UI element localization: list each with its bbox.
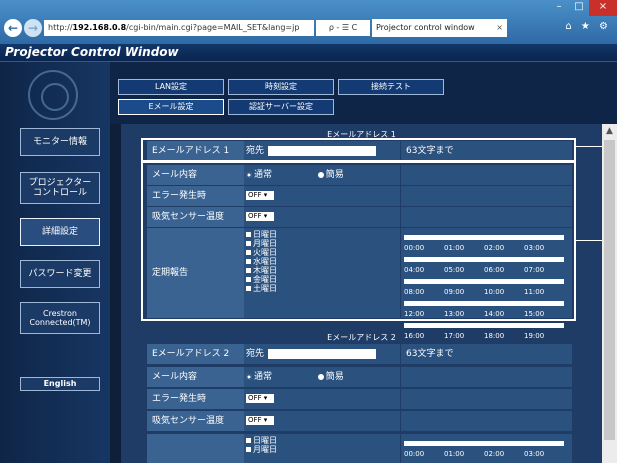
section2-hour-item[interactable]: 02:00 [484,438,524,460]
checkbox-icon[interactable] [484,322,524,328]
email2-periodic-label [147,434,244,463]
email2-error-note [400,389,572,409]
app-titlebar: Projector Control Window [0,44,617,62]
section2-day-item[interactable]: 月曜日 [246,445,277,454]
minimize-icon[interactable]: – [549,0,569,16]
nav-projector-control[interactable]: プロジェクター コントロール [20,172,100,204]
checkbox-icon[interactable] [246,438,251,443]
hour-label: 01:00 [444,450,465,458]
nav-detail-label: 詳細設定 [41,226,78,237]
email2-address-label: Eメールアドレス 2 [147,344,244,364]
vertical-scrollbar[interactable]: ▲ [602,124,617,463]
hour-label: 02:00 [484,450,505,458]
email2-hours: 00:0001:0002:0003:0004:0005:0006:0007:00 [400,434,572,463]
email1-options-highlight [141,161,576,321]
checkbox-icon[interactable] [484,440,524,446]
email2-intake-row: 吸気センサー温度 OFF ▾ [147,411,572,432]
search-refresh-icons[interactable]: ρ - ☰ C [316,20,370,36]
scroll-thumb[interactable] [604,140,615,440]
scroll-up-icon[interactable]: ▲ [602,124,617,139]
nav-crestron-label: Crestron Connected(TM) [29,308,91,327]
email2-normal-radio[interactable] [246,373,252,380]
app-title: Projector Control Window [5,45,179,59]
url-host: 192.168.0.8 [72,23,127,32]
email2-error-row: エラー発生時 OFF ▾ [147,389,572,410]
address-bar[interactable]: http://192.168.0.8/cgi-bin/main.cgi?page… [44,20,314,36]
checkbox-icon[interactable] [404,322,444,328]
url-path: /cgi-bin/main.cgi?page=MAIL_SET&lang=jp [126,23,300,32]
nav-monitor-info[interactable]: モニター情報 [20,128,100,156]
tab-auth-server[interactable]: 認証サーバー設定 [228,99,334,115]
email2-dest-label: 宛先 [246,349,265,359]
hour-label: 03:00 [524,450,545,458]
section2-day-item[interactable]: 日曜日 [246,436,277,445]
nav-projector-label: プロジェクター コントロール [28,177,92,198]
tab-time-settings[interactable]: 時刻設定 [228,79,334,95]
hour-label: 00:00 [404,450,425,458]
tab-lan-settings[interactable]: LAN設定 [118,79,224,95]
email2-simple-radio[interactable] [317,373,324,380]
callout-line-2 [576,240,602,241]
email2-content-note [400,367,572,387]
tab-close-icon[interactable]: × [496,19,503,37]
section2-title: Eメールアドレス 2 [327,333,396,342]
tab-title: Projector control window [376,23,475,32]
nav-password-change[interactable]: パスワード変更 [20,260,100,288]
maximize-icon[interactable]: □ [569,0,589,16]
section2-hour-item[interactable]: 00:00 [404,438,444,460]
checkbox-icon[interactable] [246,447,251,452]
projector-logo-icon [28,70,78,120]
email1-address-highlight [141,138,576,162]
email2-content-row: メール内容 通常 簡易 [147,367,572,388]
hour-row: 00:00 01:00 02:00 03:00 [404,438,564,460]
email2-intake-label: 吸気センサー温度 [147,411,244,431]
nav-detail-settings[interactable]: 詳細設定 [20,218,100,246]
email2-limit-note: 63文字まで [400,344,572,364]
email2-days: 日曜日 月曜日 [241,434,404,463]
browser-chrome: ← → http://192.168.0.8/cgi-bin/main.cgi?… [0,0,617,44]
email2-address-input[interactable] [268,348,377,359]
email2-content-label: メール内容 [147,367,244,387]
url-prefix: http:// [48,23,73,32]
toolbar-icons[interactable]: ⌂ ★ ⚙ [565,21,611,32]
window-controls: – □ × [547,0,617,16]
email2-error-label: エラー発生時 [147,389,244,409]
email2-normal-label: 通常 [254,372,273,382]
back-arrow-icon[interactable]: ← [4,19,22,37]
english-button[interactable]: English [20,377,100,391]
email2-error-select[interactable]: OFF ▾ [246,394,274,403]
day-label: 日曜日 [253,436,277,445]
section2-hour-item[interactable]: 01:00 [444,438,484,460]
email2-simple-label: 簡易 [325,372,344,382]
checkbox-icon[interactable] [444,322,484,328]
browser-tab[interactable]: Projector control window × [372,19,507,37]
tab-connection-test[interactable]: 接続テスト [338,79,444,95]
section2-hour-item[interactable]: 03:00 [524,438,564,460]
checkbox-icon[interactable] [524,322,564,328]
email2-intake-select[interactable]: OFF ▾ [246,416,274,425]
callout-line-1 [576,146,602,147]
email2-address-row: Eメールアドレス 2 宛先 63文字まで [147,344,572,365]
email2-intake-note [400,411,572,431]
tab-email-settings[interactable]: Eメール設定 [118,99,224,115]
checkbox-icon[interactable] [404,440,444,446]
day-label: 月曜日 [253,445,277,454]
forward-arrow-icon[interactable]: → [24,19,42,37]
nav-monitor-label: モニター情報 [32,136,87,147]
checkbox-icon[interactable] [524,440,564,446]
nav-crestron[interactable]: Crestron Connected(TM) [20,302,100,334]
email2-periodic-row: 日曜日月曜日 00:0001:0002:0003:0004:0005:0006:… [147,434,572,463]
nav-password-label: パスワード変更 [28,268,92,279]
checkbox-icon[interactable] [444,440,484,446]
window-close-icon[interactable]: × [589,0,617,16]
